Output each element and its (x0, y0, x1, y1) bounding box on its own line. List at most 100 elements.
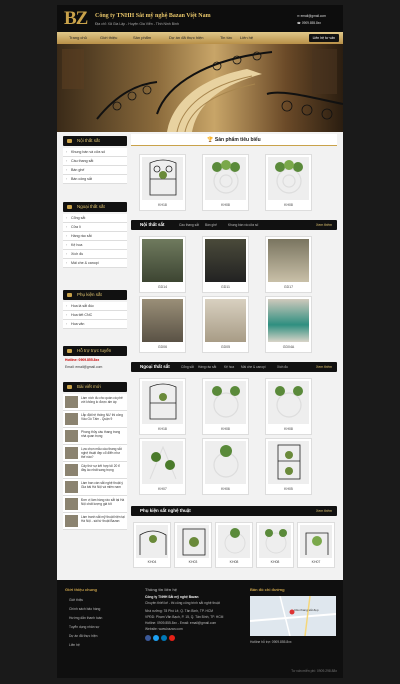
product-plant-stand-illustration (212, 160, 240, 194)
nav-products[interactable]: Sản phẩm (133, 35, 151, 40)
contact-button[interactable]: Liên hệ tư vấn (308, 34, 339, 42)
see-more-link[interactable]: Xem thêm (316, 509, 332, 513)
sidebar-item[interactable]: Bàn ghế (63, 166, 127, 175)
footer-link[interactable]: Dự án đã thực hiện (69, 634, 97, 638)
tab-stairs[interactable]: Cầu thang sắt (179, 223, 199, 227)
product-card[interactable]: KH08 (265, 378, 312, 435)
sidebar-item[interactable]: Cổng sắt (63, 214, 127, 223)
sidebar-item[interactable]: Kệ hoa (63, 241, 127, 250)
linkedin-icon[interactable] (161, 635, 167, 641)
tab-canopy[interactable]: Mái che & canopi (241, 365, 265, 369)
product-code: GD11 (221, 285, 230, 289)
news-item[interactable]: Đơn vị làm hàng rào sắt tại Hà Nội chất … (63, 496, 127, 513)
map-embed[interactable]: Cầu thang sắt đẹp (249, 595, 337, 637)
product-image (218, 525, 250, 558)
product-card[interactable]: KH07 (297, 522, 335, 568)
product-image (259, 525, 291, 558)
footer-link[interactable]: Giới thiệu (69, 598, 83, 602)
tab-flower-shelves[interactable]: Kệ hoa (224, 365, 234, 369)
product-card[interactable]: KH08 (256, 522, 294, 568)
product-code: KH03 (188, 560, 198, 564)
product-card[interactable]: KH08 (215, 522, 253, 568)
news-item[interactable]: Làm ban cần sắt nghệ thuật ý Gia bài Hà … (63, 479, 127, 496)
footer-link[interactable]: Tuyển dụng nhân sự (69, 625, 99, 629)
sidebar-item[interactable]: Hoa lá sắt đúc (63, 302, 127, 311)
tab-furniture[interactable]: Bàn ghế (205, 223, 217, 227)
sidebar-item[interactable]: Khung bàn và cửa số (63, 148, 127, 157)
product-card[interactable]: KH03 (174, 522, 212, 568)
news-thumbnail (65, 464, 78, 476)
product-image (205, 381, 246, 424)
product-card[interactable]: KH08 (202, 378, 249, 435)
news-title[interactable]: Phong thủy cầu thang trong nhà quan trọn… (81, 430, 125, 438)
tab-swing[interactable]: Xích đu (277, 365, 288, 369)
product-card[interactable]: GD14 (139, 236, 186, 293)
main-column: 🏆 Sản phẩm tiêu biểu KH18 KH08 KH08 Nội … (131, 134, 337, 578)
product-code: KH08 (284, 427, 293, 431)
news-title[interactable]: Lắp đặt hệ thống NƯ thi công Vâu Gò Tấm … (81, 413, 125, 421)
footer-link[interactable]: Chính sách bảo hàng (69, 607, 100, 611)
news-title[interactable]: Cây thờ sự kết hợp tối 20 tỉ đáy ảo nhất… (81, 464, 125, 472)
news-item[interactable]: Làm xích đu cho quán cà phê với không lo… (63, 394, 127, 411)
product-illustration (182, 528, 206, 556)
news-item[interactable]: Phong thủy cầu thang trong nhà quan trọn… (63, 428, 127, 445)
news-thumbnail (65, 396, 78, 408)
sidebar-heading-accessories: Phụ kiện sắt (63, 290, 127, 300)
sidebar-item[interactable]: Hàng rào sắt (63, 232, 127, 241)
product-card[interactable]: GD17 (265, 236, 312, 293)
product-card[interactable]: KH18 (139, 154, 186, 211)
facebook-icon[interactable] (145, 635, 151, 641)
nav-news[interactable]: Tin tức (220, 35, 232, 40)
product-card[interactable]: KH07 (139, 438, 186, 495)
news-title[interactable]: Làm tranh sắt mỹ thuật hiện tại Hà Nội -… (81, 515, 125, 523)
product-card[interactable]: KH18 (139, 378, 186, 435)
sidebar-item[interactable]: Bàn công sắt (63, 175, 127, 184)
tab-fences[interactable]: Hàng rào sắt (198, 365, 216, 369)
map-label: Cầu thang sắt đẹp (294, 608, 319, 612)
news-title[interactable]: Làm xích đu cho quán cà phê với không lo… (81, 396, 125, 404)
sidebar-item[interactable]: Mái che & canopi (63, 259, 127, 268)
product-card[interactable]: GD05 (202, 296, 249, 353)
sidebar-item[interactable]: Cửa lì (63, 223, 127, 232)
product-card[interactable]: GD04A (265, 296, 312, 353)
sidebar-item[interactable]: Cầu thang sắt (63, 157, 127, 166)
product-card[interactable]: KH05 (265, 438, 312, 495)
nav-projects[interactable]: Dự án đã thực hiện (169, 35, 204, 40)
footer-link[interactable]: Hướng dẫn thanh toán (69, 616, 102, 620)
section-header-outdoor: Ngoại thất sắt Cổng sắt Hàng rào sắt Kệ ho… (131, 362, 337, 372)
product-card[interactable]: KH08 (202, 154, 249, 211)
product-illustration (305, 532, 329, 555)
logo[interactable]: BZ (64, 8, 88, 30)
footer-link[interactable]: Liên hệ (69, 643, 80, 647)
tab-gates[interactable]: Cổng sắt (181, 365, 194, 369)
sidebar-item[interactable]: Hoa tiết CNC (63, 311, 127, 320)
product-card[interactable]: GD11 (202, 236, 249, 293)
product-code: KH18 (158, 427, 167, 431)
header-email-text: email@gmail.com (300, 14, 326, 18)
footer-company: Công ty TNHH Sắt mỹ nghệ Bazan (145, 595, 199, 599)
product-card[interactable]: GD06 (139, 296, 186, 353)
nav-contact[interactable]: Liên hệ (240, 35, 253, 40)
sidebar-item[interactable]: Xích đu (63, 250, 127, 259)
product-card[interactable]: KH06 (202, 438, 249, 495)
product-card[interactable]: KH04 (133, 522, 171, 568)
tab-window-frames[interactable]: Khung bàn và cửa số (228, 223, 258, 227)
see-more-link[interactable]: Xem thêm (316, 223, 332, 227)
twitter-icon[interactable] (153, 635, 159, 641)
see-more-link[interactable]: Xem thêm (316, 365, 332, 369)
news-item[interactable]: Lựa chọn mẫu cầu thang sắt nghệ thuật đẹ… (63, 445, 127, 462)
news-title[interactable]: Làm ban cần sắt nghệ thuật ý Gia bài Hà … (81, 481, 125, 489)
news-title[interactable]: Lựa chọn mẫu cầu thang sắt nghệ thuật đẹ… (81, 447, 125, 459)
site-header: BZ Công ty TNHH Sắt mỹ nghệ Bazan Việt N… (57, 5, 343, 32)
news-item[interactable]: Làm tranh sắt mỹ thuật hiện tại Hà Nội -… (63, 513, 127, 530)
product-illustration (224, 528, 246, 554)
product-image (136, 525, 168, 558)
sidebar-item[interactable]: Hoa văn (63, 320, 127, 329)
nav-about[interactable]: Giới thiệu (100, 35, 117, 40)
news-title[interactable]: Đơn vị làm hàng rào sắt tại Hà Nội chất … (81, 498, 125, 506)
youtube-icon[interactable] (169, 635, 175, 641)
product-card[interactable]: KH08 (265, 154, 312, 211)
nav-home[interactable]: Trang chủ (69, 35, 87, 40)
news-item[interactable]: Lắp đặt hệ thống NƯ thi công Vâu Gò Tấm … (63, 411, 127, 428)
news-item[interactable]: Cây thờ sự kết hợp tối 20 tỉ đáy ảo nhất… (63, 462, 127, 479)
